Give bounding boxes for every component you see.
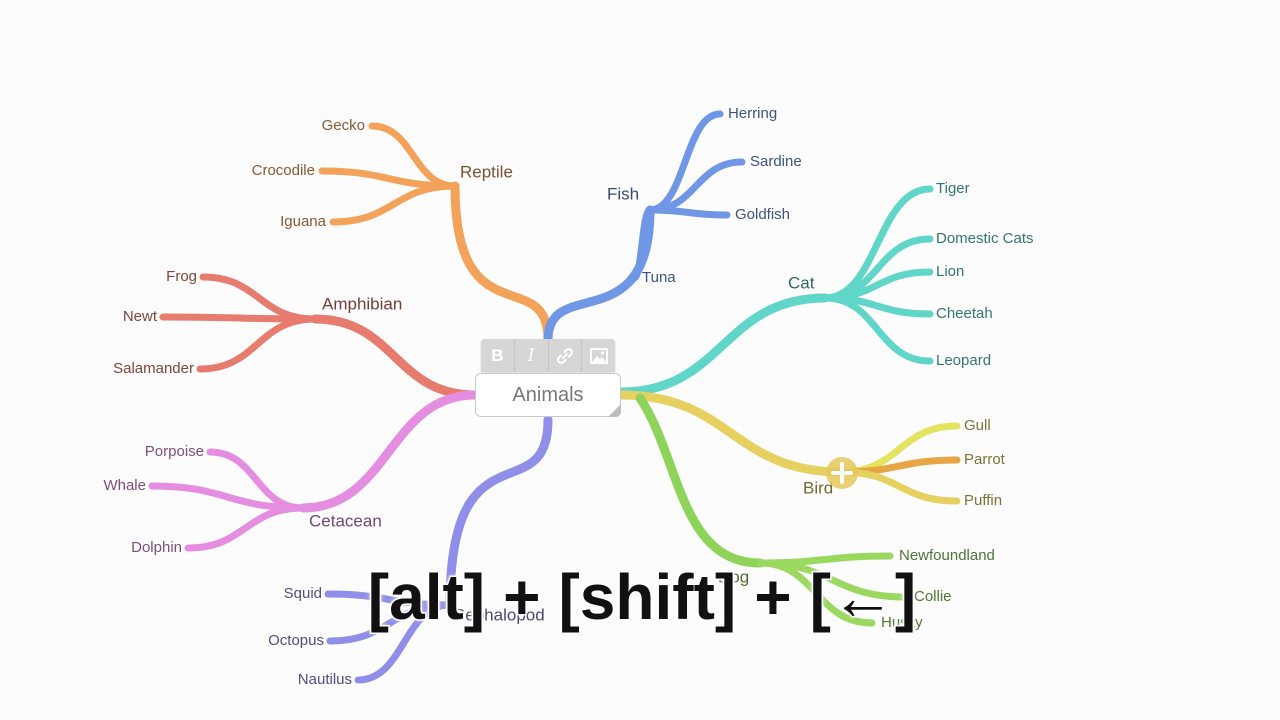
node-crocodile[interactable]: Crocodile	[252, 162, 315, 179]
node-porpoise[interactable]: Porpoise	[145, 443, 204, 460]
node-newt[interactable]: Newt	[123, 308, 158, 325]
node-parrot[interactable]: Parrot	[964, 451, 1006, 468]
shortcut-left-arrow-key: [←]	[808, 560, 918, 635]
node-tuna[interactable]: Tuna	[642, 269, 676, 286]
lion-branch-line	[821, 268, 934, 302]
image-button[interactable]	[582, 339, 615, 372]
salamander-branch-line	[196, 315, 319, 373]
node-leopard[interactable]: Leopard	[936, 352, 991, 369]
node-sardine[interactable]: Sardine	[750, 153, 802, 170]
resize-handle[interactable]	[608, 404, 621, 417]
node-frog[interactable]: Frog	[166, 268, 197, 285]
node-puffin[interactable]: Puffin	[964, 492, 1002, 509]
node-lion[interactable]: Lion	[936, 263, 964, 280]
iguana-branch-line	[329, 182, 459, 226]
link-button[interactable]	[549, 339, 583, 372]
node-dolphin[interactable]: Dolphin	[131, 539, 182, 556]
node-cetacean[interactable]: Cetacean	[309, 511, 382, 530]
shortcut-plus: +	[502, 560, 542, 635]
keyboard-shortcut-caption: [alt] + [shift] + [←]	[322, 552, 962, 642]
italic-button[interactable]: I	[515, 339, 549, 372]
node-amphibian[interactable]: Amphibian	[322, 294, 402, 313]
plus-icon	[831, 462, 853, 484]
bold-button[interactable]: B	[481, 339, 515, 372]
node-salamander[interactable]: Salamander	[113, 360, 194, 377]
shortcut-alt-key: [alt]	[366, 560, 486, 635]
image-icon	[589, 347, 608, 364]
node-nautilus[interactable]: Nautilus	[298, 671, 352, 688]
node-gecko[interactable]: Gecko	[322, 117, 365, 134]
puffin-branch-line	[838, 468, 961, 505]
amphibian-trunk-line	[310, 314, 480, 400]
shortcut-shift-key: [shift]	[557, 560, 738, 635]
goldfish-branch-line	[646, 206, 731, 219]
link-icon	[556, 347, 573, 364]
node-fish[interactable]: Fish	[607, 184, 639, 203]
whale-branch-line	[148, 482, 307, 512]
frog-branch-line	[199, 273, 319, 323]
node-herring[interactable]: Herring	[728, 105, 777, 122]
dolphin-branch-line	[184, 504, 307, 552]
node-goldfish[interactable]: Goldfish	[735, 206, 790, 223]
dog-trunk-line	[635, 393, 765, 568]
node-whale[interactable]: Whale	[103, 477, 146, 494]
node-reptile[interactable]: Reptile	[460, 162, 513, 181]
node-squid[interactable]: Squid	[284, 585, 322, 602]
node-iguana[interactable]: Iguana	[280, 213, 327, 230]
node-tiger[interactable]: Tiger	[936, 180, 970, 197]
node-gull[interactable]: Gull	[964, 417, 991, 434]
cetacean-trunk-line	[298, 390, 480, 513]
node-cat[interactable]: Cat	[788, 273, 815, 292]
node-format-toolbar: B I	[481, 339, 615, 372]
add-node-button[interactable]	[826, 457, 858, 489]
node-octopus[interactable]: Octopus	[268, 632, 324, 649]
node-cheetah[interactable]: Cheetah	[936, 305, 993, 322]
cat-trunk-line	[616, 293, 830, 397]
root-node[interactable]: Animals	[475, 373, 621, 417]
root-node-label: Animals	[512, 383, 584, 406]
node-domestic-cats[interactable]: Domestic Cats	[936, 230, 1034, 247]
reptile-trunk-line	[450, 181, 553, 345]
shortcut-plus: +	[753, 560, 793, 635]
